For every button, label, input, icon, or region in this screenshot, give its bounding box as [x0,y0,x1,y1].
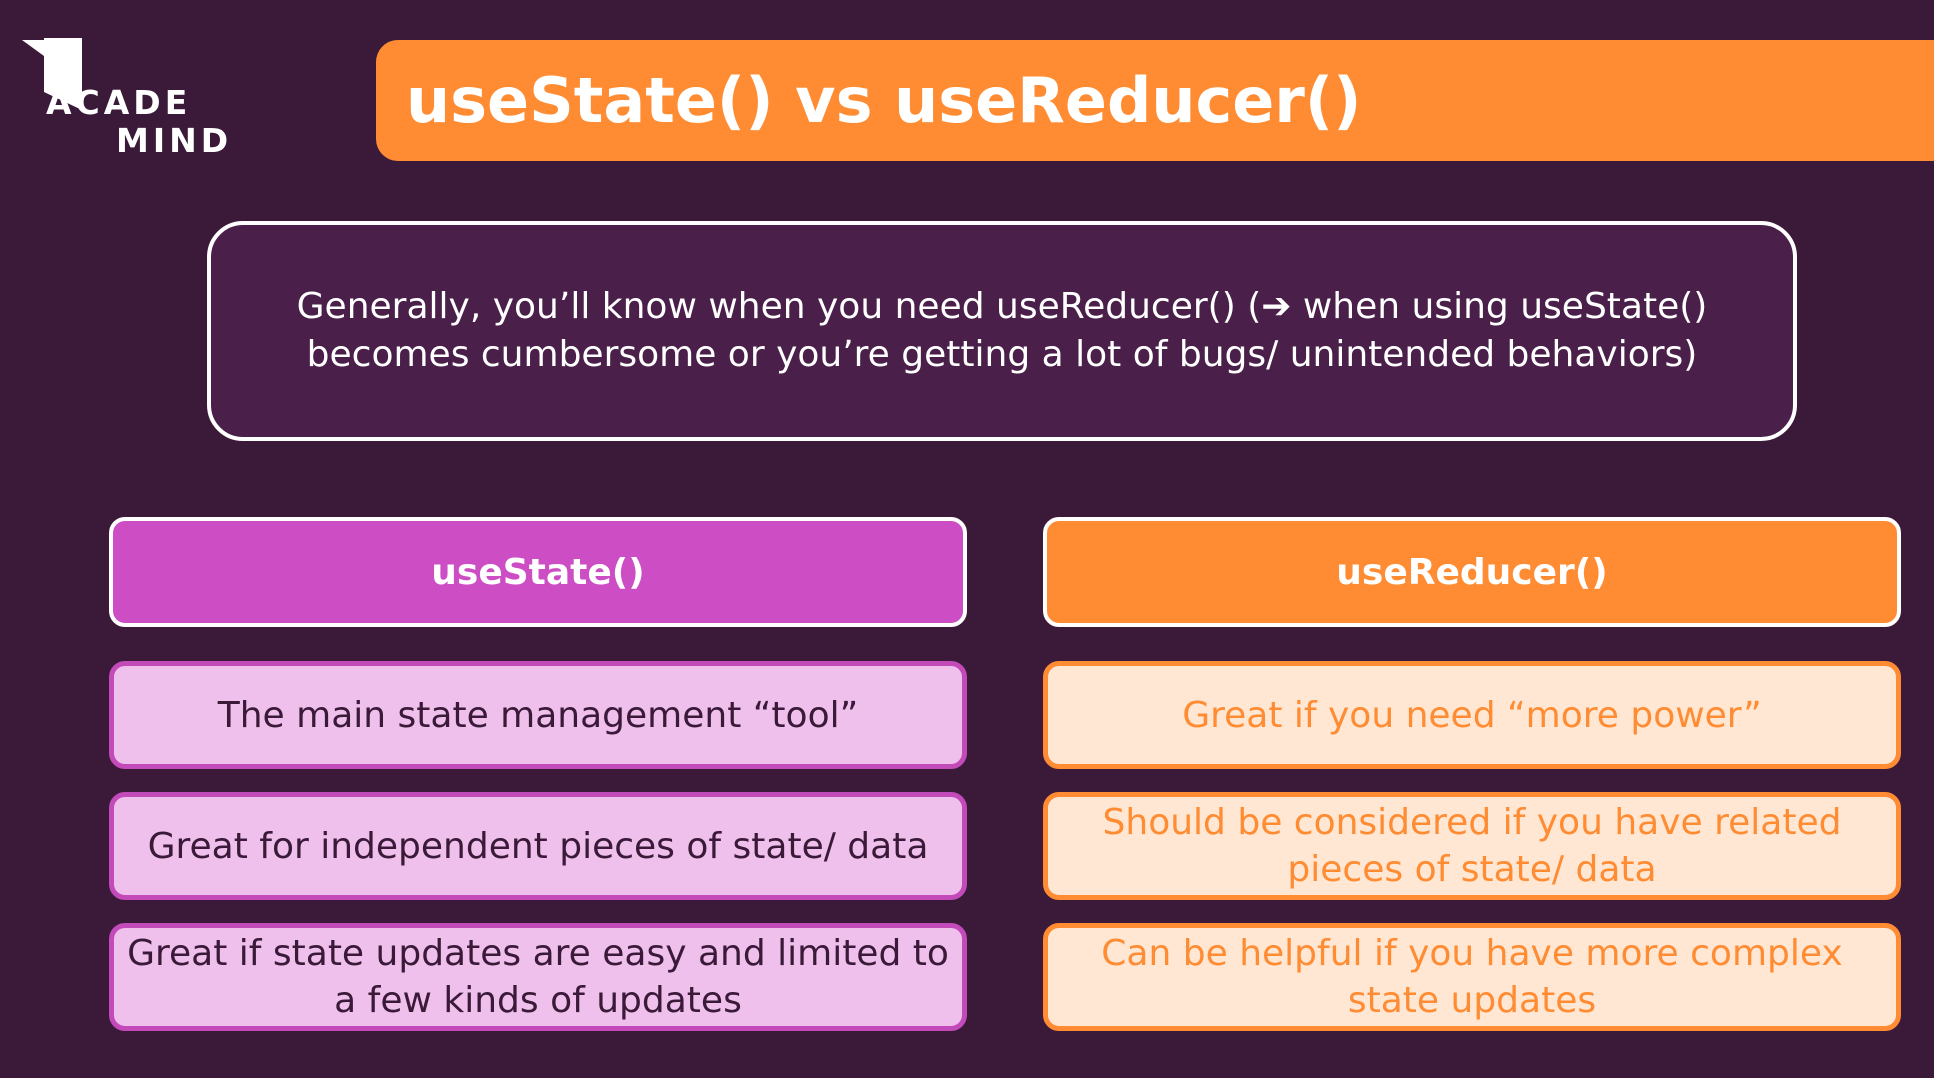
usereducer-item-1: Great if you need “more power” [1043,661,1901,769]
info-line-2: becomes cumbersome or you’re getting a l… [306,334,1698,375]
usestate-item-2-text: Great for independent pieces of state/ d… [147,825,929,867]
usereducer-item-3-line1: Can be helpful if you have more complex [1101,933,1843,974]
usereducer-item-3: Can be helpful if you have more complex … [1043,923,1901,1031]
usereducer-item-1-text: Great if you need “more power” [1182,694,1762,736]
usestate-item-3-line2: a few kinds of updates [334,980,742,1021]
title-banner: useState() vs useReducer() [376,40,1934,161]
usestate-header: useState() [109,517,967,627]
usestate-item-3: Great if state updates are easy and limi… [109,923,967,1031]
slide-title: useState() vs useReducer() [406,63,1362,137]
usereducer-item-2-line2: pieces of state/ data [1287,849,1657,890]
info-box: Generally, you’ll know when you need use… [207,221,1797,441]
usereducer-item-2: Should be considered if you have related… [1043,792,1901,900]
usestate-item-2: Great for independent pieces of state/ d… [109,792,967,900]
usereducer-item-3-line2: state updates [1347,980,1597,1021]
info-line-1: Generally, you’ll know when you need use… [296,286,1708,327]
usestate-item-1-text: The main state management “tool” [217,694,859,736]
logo-text-line1: ACADE [46,83,192,122]
logo-text-line2: MIND [116,121,233,160]
academind-logo: ACADE MIND [22,38,232,158]
usestate-item-1: The main state management “tool” [109,661,967,769]
usestate-item-3-line1: Great if state updates are easy and limi… [127,933,949,974]
usereducer-header: useReducer() [1043,517,1901,627]
usereducer-item-2-line1: Should be considered if you have related [1102,802,1842,843]
